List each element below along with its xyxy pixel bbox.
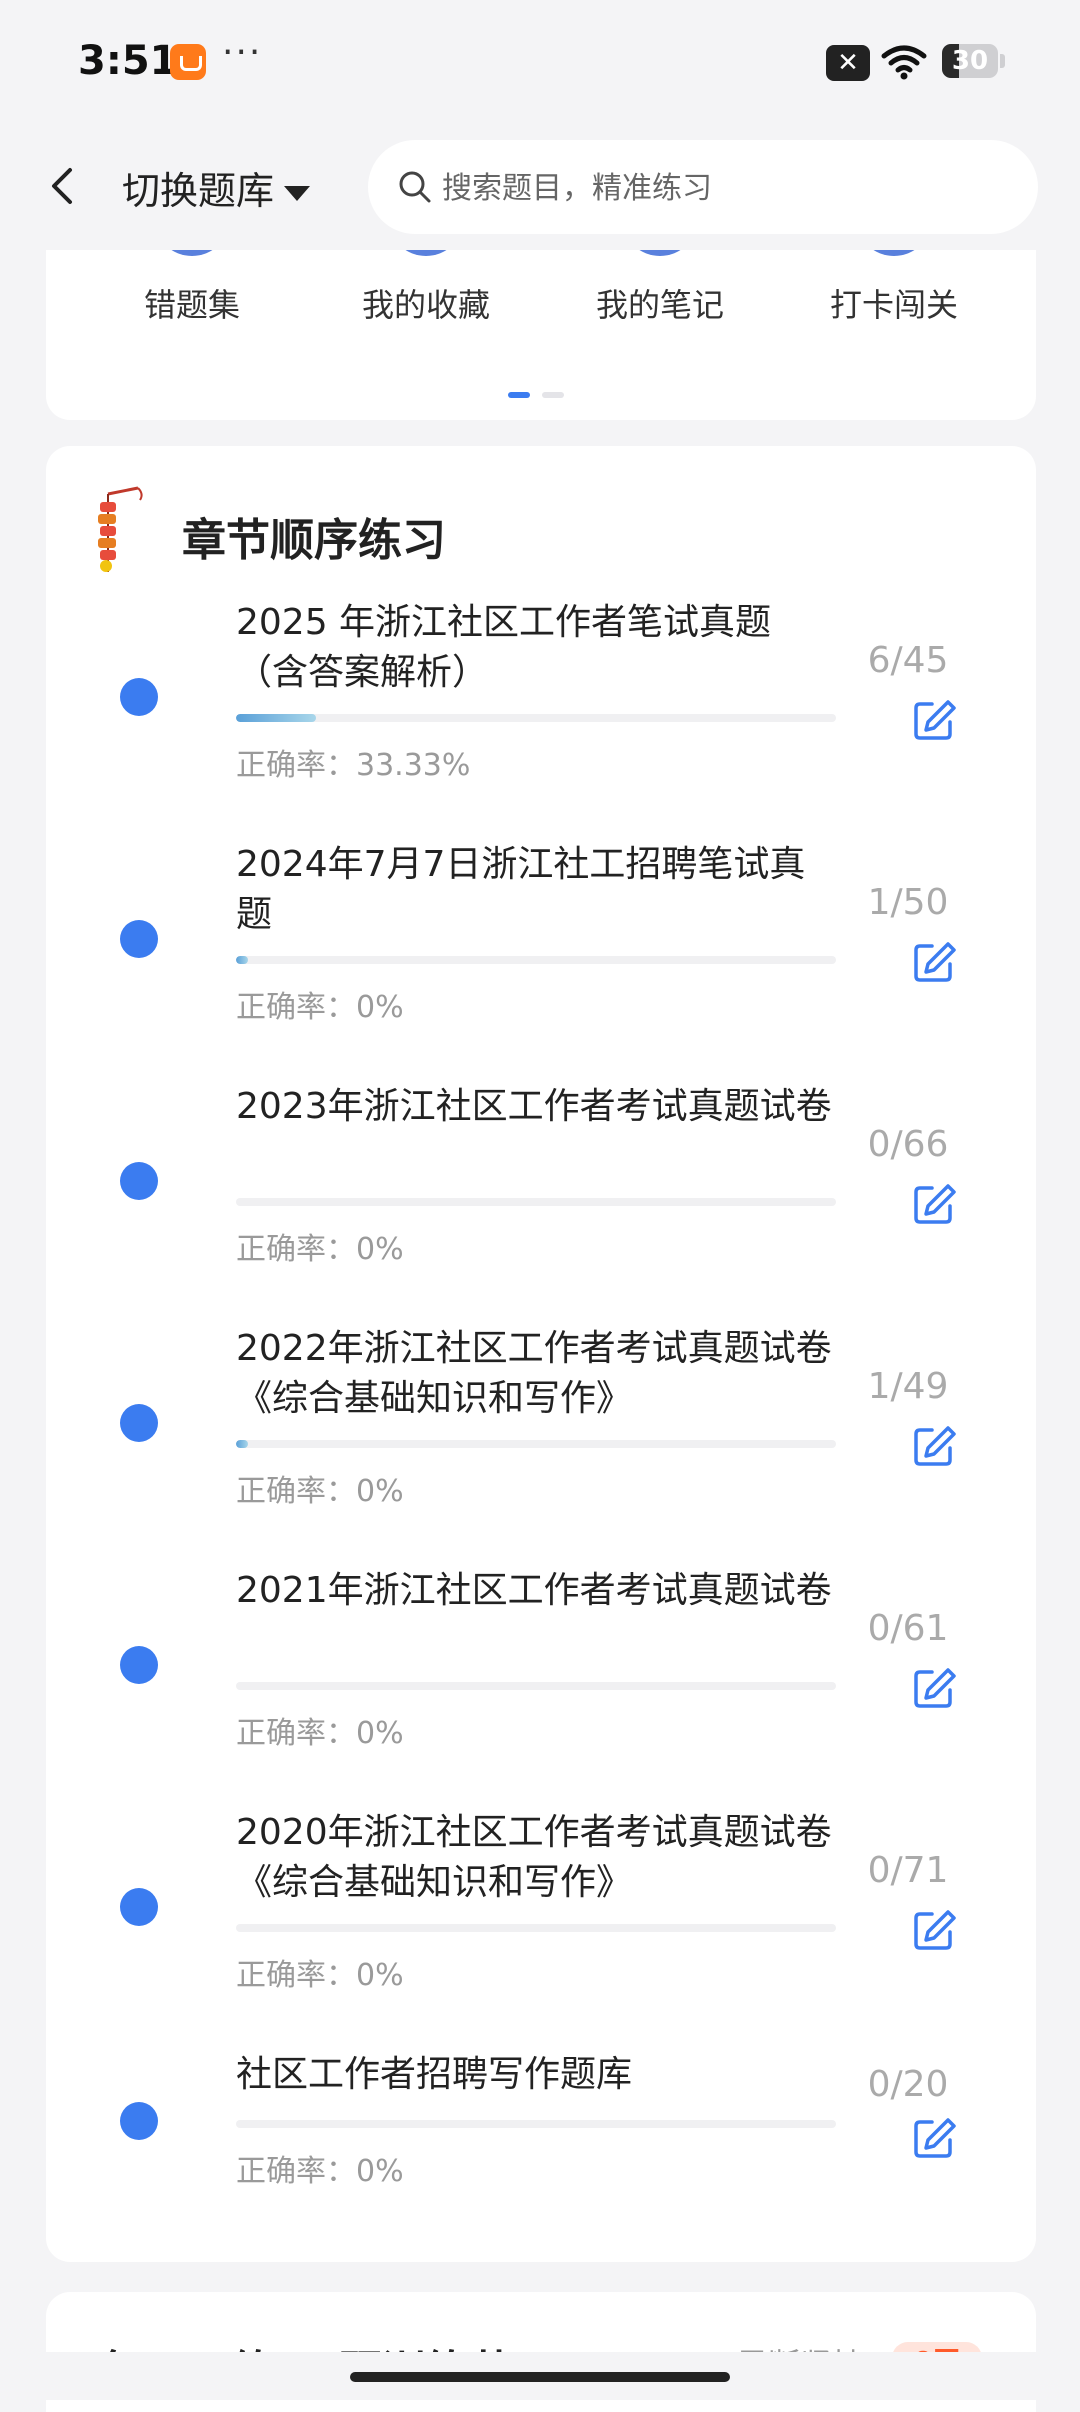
edit-icon[interactable] — [912, 1908, 956, 1952]
quick-link-label: 打卡闯关 — [829, 286, 958, 324]
accuracy-text: 正确率：0% — [236, 2154, 404, 2189]
edit-icon[interactable] — [912, 698, 956, 742]
bullet-dot — [120, 1404, 158, 1442]
chapter-item[interactable]: 2023年浙江社区工作者考试真题试卷 正确率：0% 0/66 — [46, 1082, 1036, 1312]
question-count: 0/71 — [867, 1850, 949, 1891]
chevron-left-icon[interactable] — [42, 156, 82, 216]
page-dot — [542, 392, 564, 398]
shopping-app-icon — [170, 44, 206, 80]
progress-bar — [236, 956, 836, 964]
progress-bar — [236, 2120, 836, 2128]
edit-icon[interactable] — [912, 2116, 956, 2160]
question-count: 0/61 — [867, 1608, 949, 1649]
chapter-practice-card: 章节顺序练习 2025 年浙江社区工作者笔试真题（含答案解析） 正确率：33.3… — [46, 446, 1036, 2262]
accuracy-text: 正确率：0% — [236, 1232, 404, 1267]
chapter-title: 2025 年浙江社区工作者笔试真题（含答案解析） — [236, 602, 772, 693]
chapter-title: 2024年7月7日浙江社工招聘笔试真题 — [236, 844, 806, 935]
progress-bar — [236, 1924, 836, 1932]
question-count: 0/20 — [867, 2064, 949, 2105]
chapter-item[interactable]: 2020年浙江社区工作者考试真题试卷 《综合基础知识和写作》 正确率：0% 0/… — [46, 1808, 1036, 2038]
search-icon — [399, 171, 431, 203]
chapter-title: 2021年浙江社区工作者考试真题试卷 — [236, 1570, 832, 1611]
accuracy-text: 正确率：0% — [236, 1716, 404, 1751]
quick-link-label: 错题集 — [143, 286, 240, 324]
more-notifications-icon: ··· — [222, 32, 263, 73]
chapter-title: 2020年浙江社区工作者考试真题试卷 《综合基础知识和写作》 — [236, 1812, 832, 1903]
quick-link-label: 我的收藏 — [361, 286, 490, 324]
battery-tip — [1000, 54, 1005, 68]
progress-fill — [236, 1440, 249, 1448]
edit-icon[interactable] — [912, 1424, 956, 1468]
edit-icon[interactable] — [912, 940, 956, 984]
quick-link-label: 我的笔记 — [595, 286, 724, 324]
edit-icon[interactable] — [912, 1666, 956, 1710]
chapter-item[interactable]: 2024年7月7日浙江社工招聘笔试真题 正确率：0% 1/50 — [46, 840, 1036, 1070]
battery-icon: 30 — [942, 44, 998, 78]
notification-x-icon: ✕ — [826, 45, 870, 81]
progress-fill — [236, 956, 248, 964]
progress-bar — [236, 714, 836, 722]
card-title: 章节顺序练习 — [182, 515, 446, 566]
switch-question-bank-button[interactable]: 切换题库 — [122, 160, 311, 215]
chapter-item[interactable]: 2022年浙江社区工作者考试真题试卷 《综合基础知识和写作》 正确率：0% 1/… — [46, 1324, 1036, 1554]
accuracy-text: 正确率：33.33% — [236, 748, 471, 783]
battery-level: 30 — [951, 46, 989, 76]
bullet-dot — [120, 2102, 158, 2140]
bullet-dot — [120, 1162, 158, 1200]
question-count: 6/45 — [867, 640, 949, 681]
question-count: 1/50 — [867, 882, 949, 923]
top-header: 切换题库 — [0, 130, 1080, 250]
caret-down-icon — [284, 186, 311, 201]
chapter-title: 2022年浙江社区工作者考试真题试卷 《综合基础知识和写作》 — [236, 1328, 832, 1419]
bullet-dot — [120, 678, 158, 716]
page-indicator — [508, 383, 576, 402]
status-bar: 3:51 ··· ✕ 30 — [0, 0, 1080, 130]
status-time: 3:51 — [78, 38, 178, 84]
search-input[interactable] — [440, 140, 1004, 236]
home-indicator[interactable] — [350, 2372, 730, 2382]
switch-label: 切换题库 — [122, 169, 275, 213]
chapter-item[interactable]: 社区工作者招聘写作题库 正确率：0% 0/20 — [46, 2050, 1036, 2230]
accuracy-text: 正确率：0% — [236, 990, 404, 1025]
chapter-item[interactable]: 2021年浙江社区工作者考试真题试卷 正确率：0% 0/61 — [46, 1566, 1036, 1796]
question-count: 0/66 — [867, 1124, 949, 1165]
accuracy-text: 正确率：0% — [236, 1958, 404, 1993]
search-box[interactable] — [368, 140, 1038, 236]
bullet-dot — [120, 1646, 158, 1684]
progress-bar — [236, 1198, 836, 1206]
edit-icon[interactable] — [912, 1182, 956, 1226]
chapter-item[interactable]: 2025 年浙江社区工作者笔试真题（含答案解析） 正确率：33.33% 6/45 — [46, 598, 1036, 828]
accuracy-text: 正确率：0% — [236, 1474, 404, 1509]
progress-fill — [236, 714, 316, 722]
chapter-title: 2023年浙江社区工作者考试真题试卷 — [236, 1086, 832, 1127]
question-count: 1/49 — [867, 1366, 949, 1407]
page-dot-active — [508, 392, 530, 398]
progress-bar — [236, 1682, 836, 1690]
firecracker-icon — [98, 486, 143, 572]
progress-bar — [236, 1440, 836, 1448]
bullet-dot — [120, 1888, 158, 1926]
wifi-icon — [881, 45, 927, 80]
bullet-dot — [120, 920, 158, 958]
chapter-title: 社区工作者招聘写作题库 — [236, 2054, 633, 2095]
